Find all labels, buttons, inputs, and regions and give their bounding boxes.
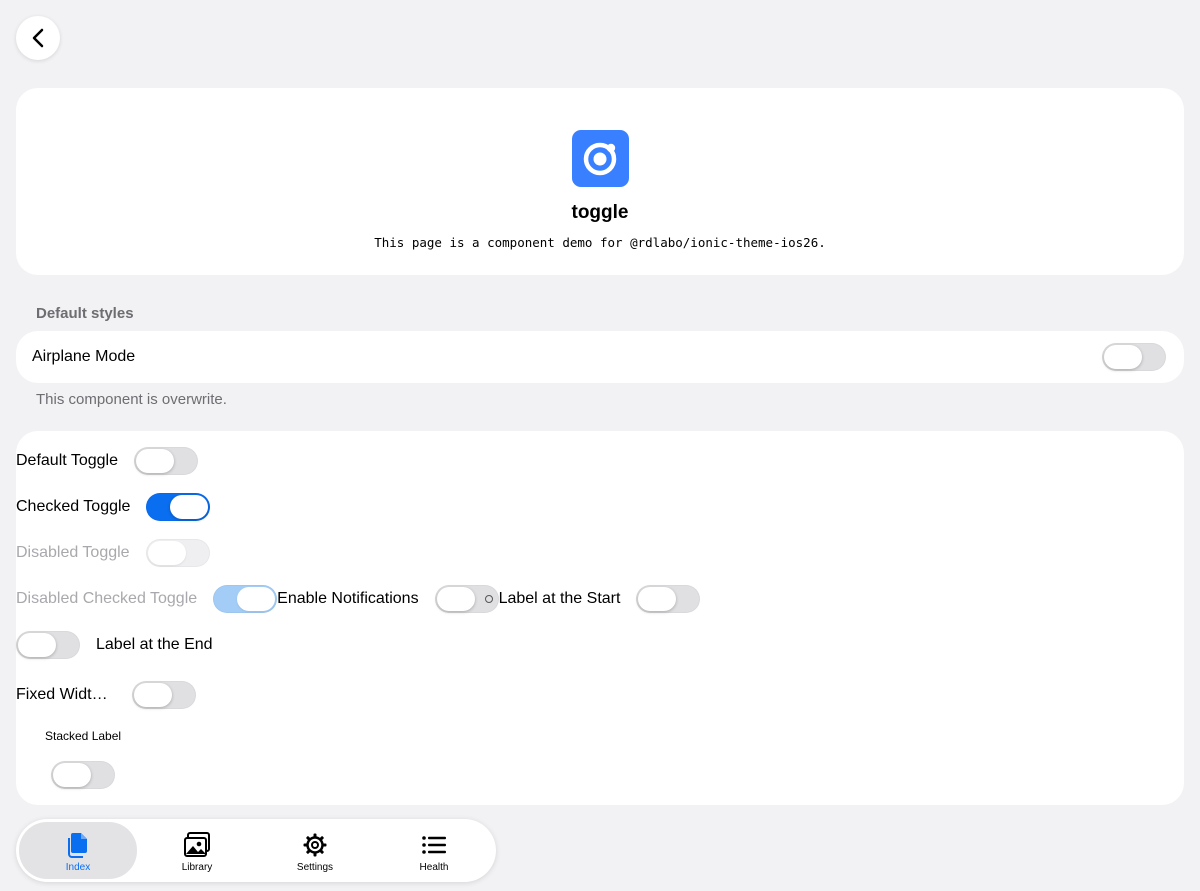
- airplane-mode-item[interactable]: Airplane Mode: [16, 331, 1184, 383]
- overwrite-note: This component is overwrite.: [36, 391, 227, 408]
- fixed-width-toggle[interactable]: [132, 681, 196, 709]
- document-icon: [66, 832, 90, 858]
- tab-settings[interactable]: Settings: [256, 822, 374, 879]
- gear-icon: [303, 832, 327, 858]
- tab-index[interactable]: Index: [19, 822, 137, 879]
- inline-toggles-row: Disabled Checked Toggle Enable Notificat…: [16, 585, 701, 613]
- stacked-label: Stacked Label: [45, 729, 122, 743]
- label-end-item[interactable]: Label at the End: [16, 631, 229, 659]
- tab-bar: Index Library Settings Health: [16, 819, 496, 882]
- toggle-knob: [170, 495, 209, 519]
- toggles-card: [16, 431, 1184, 805]
- tab-settings-label: Settings: [296, 862, 334, 873]
- disabled-toggle-item: Disabled Toggle: [16, 539, 210, 567]
- page-title: toggle: [571, 202, 629, 223]
- checked-toggle[interactable]: [146, 493, 211, 521]
- label-end-toggle[interactable]: [16, 631, 80, 659]
- toggle-knob: [147, 541, 186, 565]
- disabled-toggle-label: Disabled Toggle: [16, 544, 130, 561]
- stacked-toggle-item[interactable]: [51, 761, 115, 789]
- images-icon: [183, 832, 211, 858]
- tab-health[interactable]: Health: [375, 822, 493, 879]
- toggle-knob: [1104, 345, 1142, 369]
- back-button[interactable]: [16, 16, 60, 60]
- airplane-mode-label: Airplane Mode: [32, 348, 136, 365]
- toggle-knob: [136, 449, 174, 473]
- fixed-width-item[interactable]: Fixed Widt…: [16, 681, 196, 709]
- page-subtitle: This page is a component demo for @rdlab…: [374, 235, 826, 250]
- toggle-knob: [18, 633, 56, 657]
- toggle-knob: [436, 587, 475, 611]
- fixed-width-label: Fixed Widt…: [16, 686, 108, 703]
- label-start-label: Label at the Start: [498, 590, 621, 607]
- disabled-checked-toggle-label: Disabled Checked Toggle: [16, 590, 198, 607]
- stacked-toggle[interactable]: [51, 761, 115, 789]
- chevron-left-icon: [32, 28, 44, 48]
- airplane-mode-toggle[interactable]: [1102, 343, 1166, 371]
- tab-index-label: Index: [65, 862, 91, 873]
- tab-library[interactable]: Library: [138, 822, 256, 879]
- enable-notifications-label: Enable Notifications: [277, 590, 419, 607]
- off-indicator-icon: [484, 595, 493, 603]
- section-label: Default styles: [36, 305, 134, 322]
- list-icon: [422, 832, 446, 858]
- hero-card: toggle This page is a component demo for…: [16, 88, 1184, 275]
- tab-library-label: Library: [181, 862, 213, 873]
- toggle-knob: [237, 587, 276, 611]
- checked-toggle-item[interactable]: Checked Toggle: [16, 493, 211, 521]
- disabled-checked-toggle: [213, 585, 278, 613]
- default-toggle-label: Default Toggle: [16, 452, 118, 469]
- ionic-logo-icon: [571, 130, 629, 187]
- label-start-toggle[interactable]: [636, 585, 701, 613]
- tab-health-label: Health: [419, 862, 449, 873]
- toggle-knob: [53, 763, 91, 787]
- default-toggle-item[interactable]: Default Toggle: [16, 447, 198, 475]
- toggle-knob: [638, 587, 677, 611]
- default-toggle[interactable]: [134, 447, 198, 475]
- disabled-toggle: [145, 539, 210, 567]
- checked-toggle-label: Checked Toggle: [16, 498, 131, 515]
- enable-notifications-toggle[interactable]: [434, 585, 499, 613]
- label-end-label: Label at the End: [96, 636, 213, 653]
- toggle-knob: [134, 683, 172, 707]
